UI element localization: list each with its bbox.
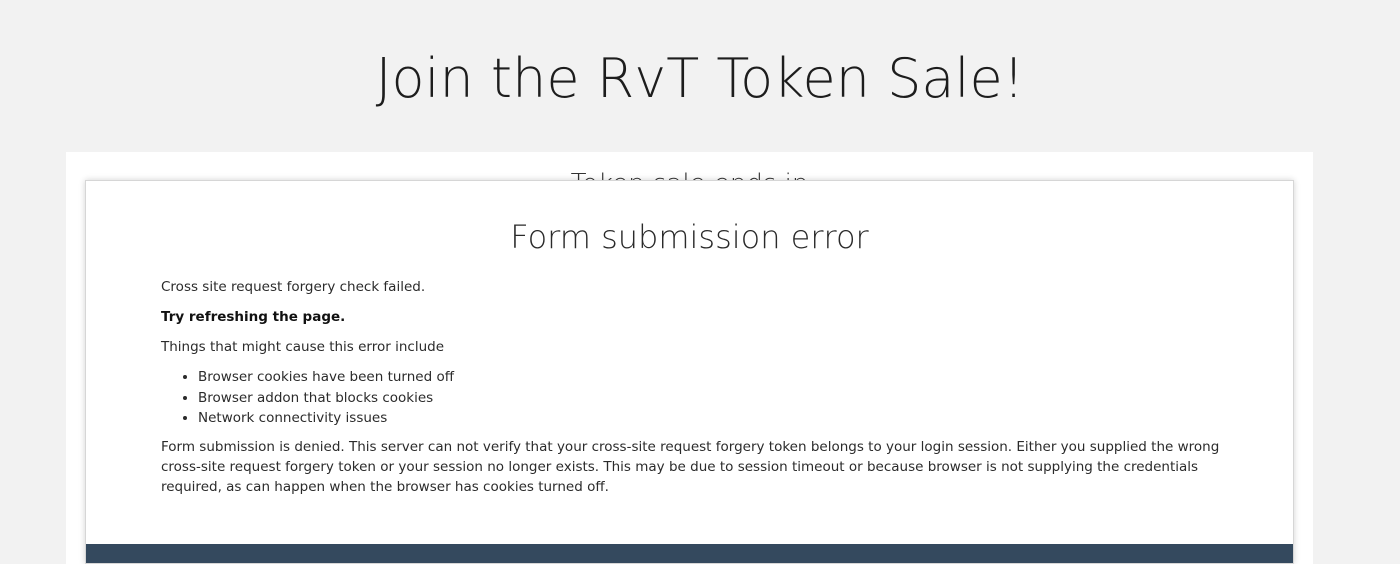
page-title: Join the RvT Token Sale! [375, 47, 1025, 110]
list-item: Network connectivity issues [198, 408, 1221, 429]
error-details: Form submission is denied. This server c… [161, 438, 1220, 495]
modal-title: Form submission error [510, 218, 869, 256]
modal-footer-bar [86, 544, 1293, 563]
causes-intro: Things that might cause this error inclu… [161, 339, 445, 355]
causes-list: Browser cookies have been turned off Bro… [161, 367, 1221, 429]
error-hint: Try refreshing the page. [161, 309, 346, 325]
list-item: Browser addon that blocks cookies [198, 388, 1221, 409]
modal-body: Cross site request forgery check failed.… [161, 277, 1221, 507]
error-message: Cross site request forgery check failed. [161, 279, 426, 295]
error-modal: Form submission error Cross site request… [85, 180, 1294, 564]
list-item: Browser cookies have been turned off [198, 367, 1221, 388]
